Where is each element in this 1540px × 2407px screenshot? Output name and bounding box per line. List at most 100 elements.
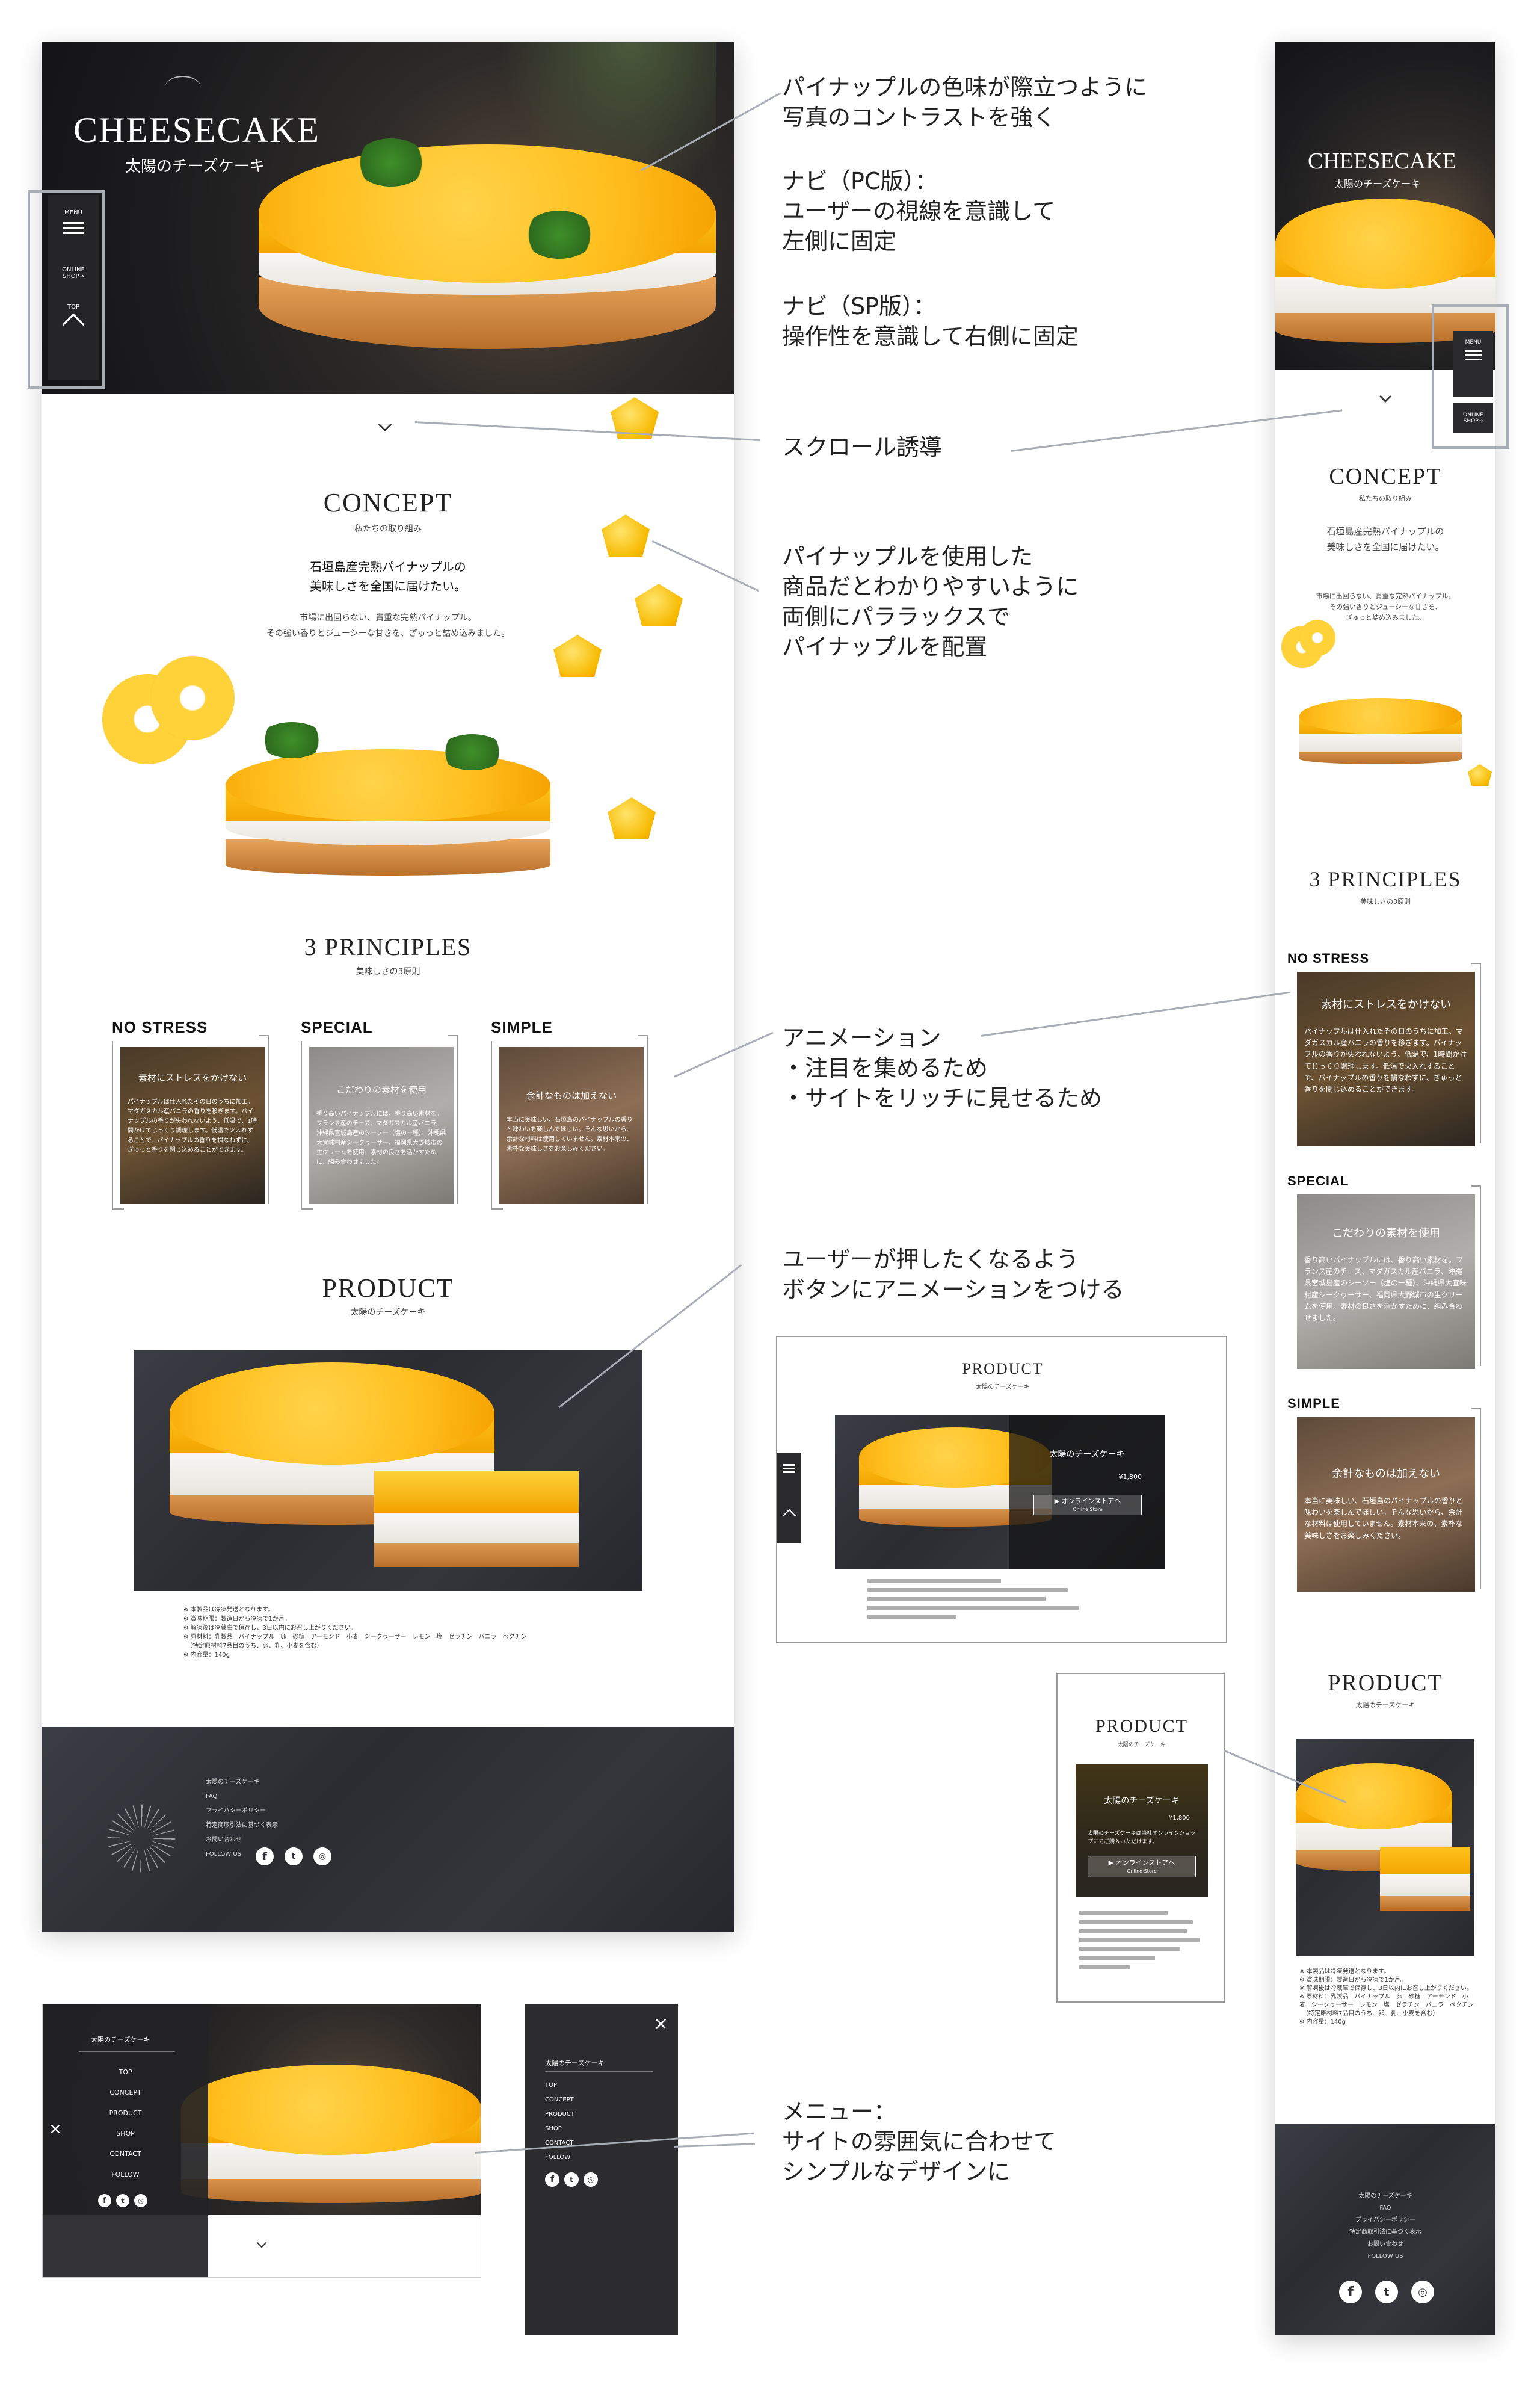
hamburger-icon[interactable]	[783, 1462, 795, 1475]
overlay-description: 太陽のチーズケーキは当社オンラインショップにてご購入いただけます。	[1088, 1831, 1196, 1845]
menu-item-concept[interactable]: CONCEPT	[43, 2083, 208, 2103]
principle-label: SPECIAL	[301, 1018, 373, 1036]
online-store-button[interactable]: ▶ オンラインストアへ Online Store	[1088, 1856, 1196, 1877]
card-text: 本当に美味しい、石垣島のパイナップルの香りと味わいを楽しんでほしい。そんな思いか…	[507, 1117, 633, 1152]
sp-principle-card-special[interactable]: こだわりの素材を使用 香り高いパイナップルには、香り高い素材を。フランス産のチー…	[1297, 1194, 1475, 1369]
note-line: ※ 内容量：140g	[1299, 2019, 1346, 2025]
menu-item-follow: FOLLOW	[545, 2154, 571, 2161]
annotation-scroll: スクロール誘導	[782, 434, 943, 460]
facebook-icon[interactable]: f	[256, 1847, 274, 1865]
footer-link: FOLLOW US	[1367, 2253, 1403, 2260]
menu-item-shop[interactable]: SHOP	[43, 2124, 208, 2144]
note-line: ※ 内容量：140g	[183, 1652, 230, 1658]
sp-concept-lead: 石垣島産完熟パイナップルの 美味しさを全国に届けたい。	[1326, 526, 1444, 552]
footer-link[interactable]: お問い合わせ	[206, 1833, 278, 1847]
social-links: f t ◎	[1339, 2281, 1434, 2303]
principle-card-simple[interactable]: 余計なものは加えない 本当に美味しい、石垣島のパイナップルの香りと味わいを楽しん…	[499, 1047, 644, 1204]
sp-product-title: PRODUCT	[1328, 1670, 1443, 1696]
preview-product-title: PRODUCT	[1095, 1716, 1189, 1736]
menu-open-sp-preview: × 太陽のチーズケーキ TOP CONCEPT PRODUCT SHOP CON…	[525, 2004, 678, 2335]
facebook-icon[interactable]: f	[98, 2194, 111, 2207]
card-text: 香り高いパイナップルには、香り高い素材を。フランス産のチーズ、マダガスカル産バニ…	[316, 1111, 446, 1166]
overlay-price: ¥1,800	[1118, 1473, 1142, 1481]
chevron-down-icon[interactable]	[378, 418, 392, 432]
note-line: ※ 原材料：乳製品 パイナップル 卵 砂糖 アーモンド 小麦 シークヮーサー レ…	[1299, 1994, 1474, 2009]
footer-link[interactable]: 太陽のチーズケーキ	[1275, 2190, 1495, 2202]
annotation-nav-pc: ナビ（PC版）： ユーザーの視線を意識して 左側に固定	[782, 168, 1056, 255]
menu-brand: 太陽のチーズケーキ	[91, 2036, 150, 2044]
footer-link[interactable]: FAQ	[1275, 2202, 1495, 2214]
menu-item-product[interactable]: PRODUCT	[545, 2107, 574, 2122]
facebook-icon[interactable]: f	[545, 2172, 559, 2187]
footer-link[interactable]: 特定商取引法に基づく表示	[1275, 2226, 1495, 2239]
card-text: パイナップルは仕入れたその日のうちに加工。マダガスカル産バニラの香りを移ぎます。…	[128, 1099, 257, 1154]
online-store-button[interactable]: ▶ オンラインストアへ Online Store	[1033, 1495, 1142, 1515]
social-links: f t ◎	[545, 2172, 598, 2187]
close-icon[interactable]: ×	[653, 2013, 668, 2035]
principle-label: NO STRESS	[1287, 951, 1370, 966]
principle-card-special[interactable]: こだわりの素材を使用 香り高いパイナップルには、香り高い素材を。フランス産のチー…	[309, 1047, 454, 1204]
sp-concept-cake-image	[1299, 698, 1462, 770]
twitter-icon[interactable]: t	[116, 2194, 129, 2207]
instagram-icon[interactable]: ◎	[584, 2172, 598, 2187]
footer-link[interactable]: FAQ	[206, 1790, 278, 1804]
product-image	[134, 1350, 642, 1591]
button-label: ▶ オンラインストアへ	[1054, 1497, 1121, 1505]
annotation-contrast: パイナップルの色味が際立つように 写真のコントラストを強く	[782, 74, 1148, 131]
card-text: 本当に美味しい、石垣島のパイナップルの香りと味わいを楽しんでほしい。そんな思いか…	[1304, 1497, 1463, 1540]
sp-product-subtitle: 太陽のチーズケーキ	[1355, 1701, 1415, 1709]
button-sublabel: Online Store	[1073, 1507, 1103, 1512]
note-line: ※ 賞味期限：製造日から冷凍で1か月。	[1299, 1977, 1406, 1983]
chevron-down-icon[interactable]	[1379, 391, 1391, 403]
close-icon[interactable]: ×	[49, 2120, 62, 2138]
sp-principles-subtitle: 美味しさの3原則	[1360, 898, 1411, 906]
concept-cake-image	[226, 749, 550, 888]
twitter-icon[interactable]: t	[285, 1847, 303, 1865]
menu-item-contact[interactable]: CONTACT	[43, 2144, 208, 2164]
sp-footer-links: 太陽のチーズケーキ FAQ プライバシーポリシー 特定商取引法に基づく表示 お問…	[1275, 2190, 1495, 2263]
menu-item-contact[interactable]: CONTACT	[545, 2136, 574, 2151]
social-links: f t ◎	[98, 2194, 147, 2207]
menu-item-shop[interactable]: SHOP	[545, 2122, 574, 2136]
menu-item-top[interactable]: TOP	[43, 2062, 208, 2083]
footer-link[interactable]: プライバシーポリシー	[206, 1804, 278, 1818]
menu-item-top[interactable]: TOP	[545, 2078, 574, 2093]
herb-garnish	[439, 734, 505, 770]
preview-product-subtitle: 太陽のチーズケーキ	[1117, 1742, 1166, 1748]
sp-hero-subtitle: 太陽のチーズケーキ	[1334, 178, 1421, 190]
sp-concept-body: 市場に出回らない、貴重な完熟パイナップル。 その強い香りとジューシーな甘さを、 …	[1316, 592, 1455, 622]
annotation-parallax: パイナップルを使用した 商品だとわかりやすいように 両側にパララックスで パイナ…	[782, 543, 1079, 660]
card-heading: こだわりの素材を使用	[336, 1084, 427, 1095]
instagram-icon[interactable]: ◎	[313, 1847, 331, 1865]
footer-link[interactable]: お問い合わせ	[1275, 2239, 1495, 2251]
card-text: 香り高いパイナップルには、香り高い素材を。フランス産のチーズ、マダガスカル産バニ…	[1304, 1256, 1467, 1322]
sunburst-logo-icon	[165, 76, 201, 100]
footer-link[interactable]: 特定商取引法に基づく表示	[206, 1818, 278, 1833]
menu-item-product[interactable]: PRODUCT	[43, 2103, 208, 2124]
note-line: ※ 原材料：乳製品 パイナップル 卵 砂糖 アーモンド 小麦 シークヮーサー レ…	[183, 1634, 527, 1640]
hero-title: CHEESECAKE	[73, 110, 320, 150]
note-line: ※ 本製品は冷凍発送となります。	[1299, 1968, 1390, 1975]
instagram-icon[interactable]: ◎	[1411, 2281, 1434, 2303]
chevron-up-icon[interactable]	[782, 1509, 796, 1523]
product-subtitle: 太陽のチーズケーキ	[350, 1308, 426, 1317]
menu-item-concept[interactable]: CONCEPT	[545, 2093, 574, 2107]
footer-link[interactable]: 太陽のチーズケーキ	[206, 1775, 278, 1790]
social-links: f t ◎	[256, 1847, 331, 1865]
menu-items: TOP CONCEPT PRODUCT SHOP CONTACT FOLLOW	[545, 2078, 574, 2165]
principle-card-no-stress[interactable]: 素材にストレスをかけない パイナップルは仕入れたその日のうちに加工。マダガスカル…	[120, 1047, 265, 1204]
annotation-animation: アニメーション ・注目を集めるため ・サイトをリッチに見せるため	[782, 1025, 1103, 1111]
card-heading: 余計なものは加えない	[1332, 1468, 1440, 1480]
instagram-icon[interactable]: ◎	[134, 2194, 147, 2207]
preview-notes	[867, 1579, 1090, 1624]
twitter-icon[interactable]: t	[1375, 2281, 1398, 2303]
facebook-icon[interactable]: f	[1339, 2281, 1362, 2303]
sp-principle-card-simple[interactable]: 余計なものは加えない 本当に美味しい、石垣島のパイナップルの香りと味わいを楽しん…	[1297, 1417, 1475, 1592]
pineapple-chunk	[608, 797, 656, 839]
preview-product-subtitle: 太陽のチーズケーキ	[976, 1384, 1030, 1391]
chevron-down-icon[interactable]	[256, 2237, 267, 2248]
footer-link[interactable]: プライバシーポリシー	[1275, 2214, 1495, 2226]
twitter-icon[interactable]: t	[564, 2172, 579, 2187]
sp-principle-card-no-stress[interactable]: 素材にストレスをかけない パイナップルは仕入れたその日のうちに加工。マダガスカル…	[1297, 972, 1475, 1146]
note-line: ※ 解凍後は冷蔵庫で保存し、3日以内にお召し上がりください。	[183, 1625, 357, 1631]
